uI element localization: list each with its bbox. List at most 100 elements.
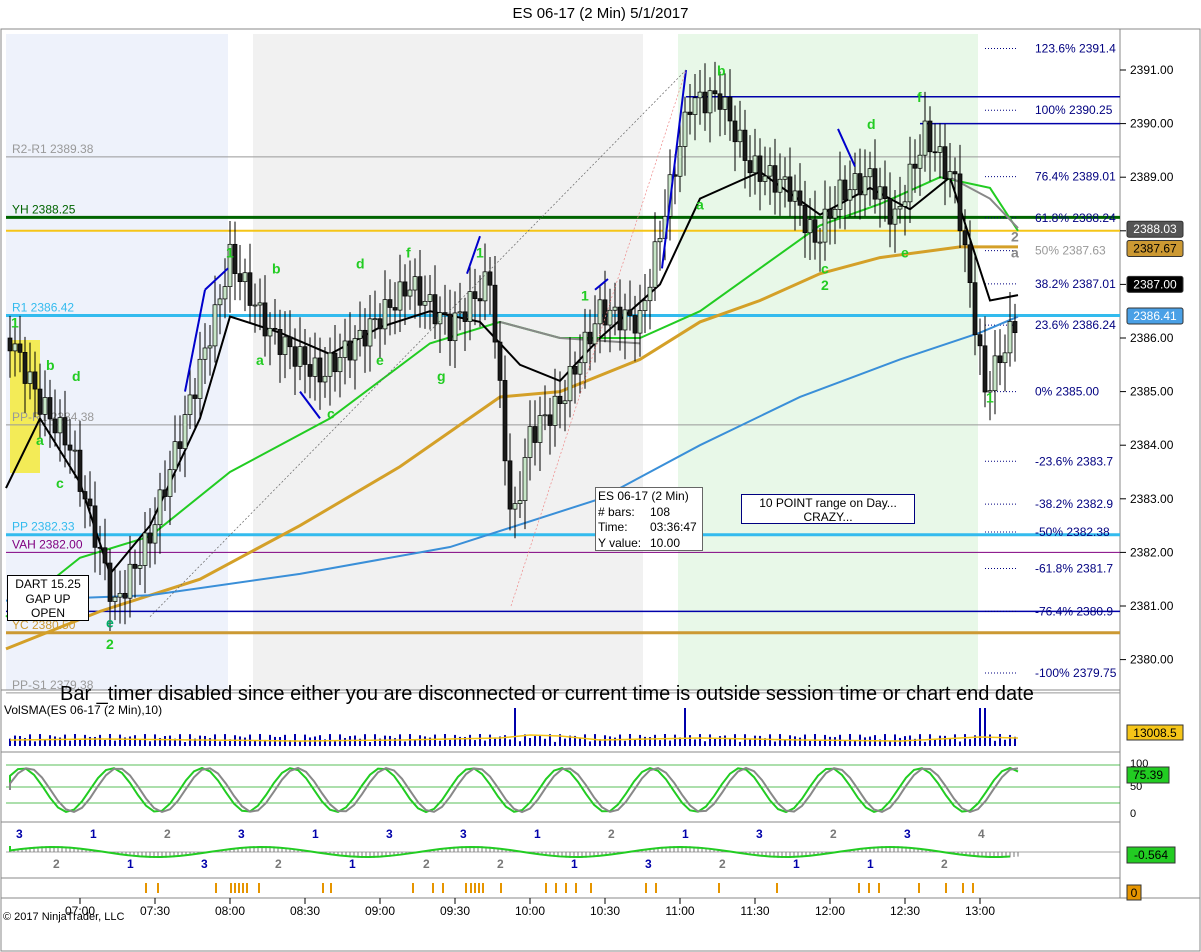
wave-label: b [272, 261, 281, 277]
wave-label: e [106, 614, 114, 630]
candle [117, 592, 123, 598]
candle [512, 503, 518, 510]
volume-bar [114, 740, 116, 746]
candle [997, 355, 1003, 364]
dart-note: DART 15.25 GAP UP OPEN [7, 575, 89, 621]
x-tick-label: 09:00 [365, 904, 395, 918]
candle [12, 343, 18, 352]
volume-bar [954, 734, 956, 746]
volume-bar [64, 734, 66, 746]
macd-wave-label: 4 [978, 827, 985, 841]
candle [652, 241, 658, 288]
wave-label: d [72, 368, 81, 384]
volume-bar [664, 734, 666, 746]
dart-line1: DART 15.25 [15, 577, 81, 591]
volume-bar [699, 734, 701, 746]
candle [612, 306, 618, 311]
candle [392, 307, 398, 311]
candle [982, 345, 988, 393]
candle [57, 417, 63, 434]
session-marker [412, 883, 414, 893]
volume-bar [149, 741, 151, 746]
session-marker [230, 883, 232, 893]
volume-bar [854, 740, 856, 746]
candle [822, 208, 828, 243]
volume-bar [534, 736, 536, 746]
candle [182, 414, 188, 449]
volume-bar [294, 734, 296, 746]
candle [747, 160, 753, 174]
wave-label: f [406, 245, 411, 261]
candle [287, 336, 293, 348]
volume-bar [694, 739, 696, 746]
candle [697, 91, 703, 99]
volume-bar [969, 739, 971, 746]
candle [937, 146, 943, 153]
candle [722, 96, 728, 110]
candle [582, 331, 588, 364]
session-marker [655, 883, 657, 893]
info-y-value: 10.00 [650, 535, 681, 550]
wave-label: 1 [581, 287, 589, 303]
candle [712, 90, 718, 95]
candle [647, 286, 653, 302]
volume-bar [119, 734, 121, 746]
macd-wave-label: 1 [349, 857, 356, 871]
session-marker [590, 883, 592, 893]
candle [372, 318, 378, 321]
candle [7, 337, 13, 352]
candle [887, 198, 893, 225]
x-tick-label: 12:00 [815, 904, 845, 918]
wave-label: d [867, 116, 876, 132]
candle [862, 176, 868, 196]
wave-label: b [46, 357, 55, 373]
candle [237, 273, 243, 283]
candle [217, 298, 223, 306]
candle [342, 340, 348, 358]
info-instrument: ES 06-17 (2 Min) [598, 489, 689, 503]
volume-bar [529, 738, 531, 746]
candle [502, 380, 508, 462]
wave-label: 1 [11, 314, 19, 330]
macd-wave-label: 3 [238, 827, 245, 841]
volume-bar [579, 738, 581, 746]
x-tick-label: 13:00 [965, 904, 995, 918]
session-marker [500, 883, 502, 893]
x-tick-label: 10:30 [590, 904, 620, 918]
x-tick-label: 11:30 [740, 904, 769, 918]
candle [802, 204, 808, 234]
volume-bar [454, 734, 456, 746]
candle [132, 563, 138, 569]
info-box: ES 06-17 (2 Min) # bars: 108 Time: 03:36:4… [595, 487, 703, 551]
candle [927, 120, 933, 153]
volume-bar [69, 740, 71, 746]
candle [42, 397, 48, 415]
candle [852, 173, 858, 191]
volume-bar [624, 740, 626, 746]
volume-bar [19, 735, 21, 746]
candle [867, 168, 873, 178]
candle [562, 400, 568, 404]
candle [772, 165, 778, 193]
volume-bar [709, 734, 711, 746]
volume-bar [584, 734, 586, 746]
macd-wave-label: 1 [90, 827, 97, 841]
volume-bar [84, 734, 86, 746]
price-level-label: R1 2386.42 [12, 300, 74, 314]
candle [122, 592, 128, 599]
candle [617, 306, 623, 331]
macd-wave-label: 2 [164, 827, 171, 841]
candle [622, 309, 628, 331]
candle [522, 457, 528, 501]
volume-bar [759, 735, 761, 746]
candle [387, 299, 393, 308]
volume-bar [999, 734, 1001, 746]
session-marker [545, 883, 547, 893]
session-marker [718, 883, 720, 893]
wave-label: c [821, 261, 829, 277]
macd-wave-label: 1 [127, 857, 134, 871]
candle [272, 327, 278, 330]
volume-bar [944, 735, 946, 746]
candle [967, 244, 973, 284]
candle [357, 329, 363, 339]
